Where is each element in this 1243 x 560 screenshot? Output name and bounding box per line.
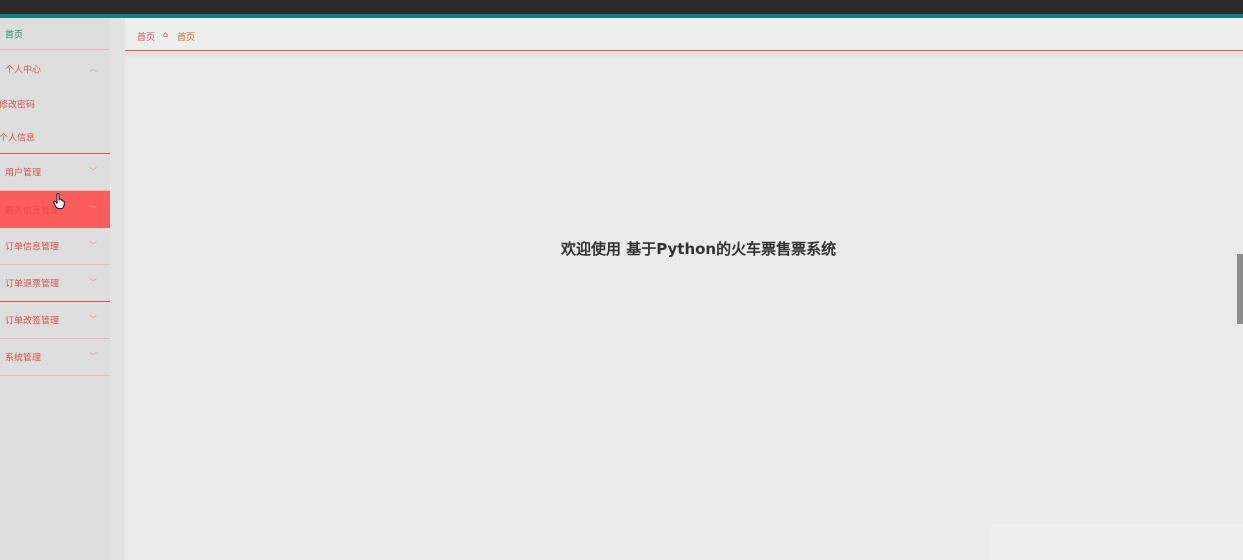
personal-center-submenu: 修改密码 个人信息: [0, 87, 110, 154]
chevron-up-icon: ︿: [89, 63, 97, 73]
sidebar-item-label: 订单改签管理: [5, 316, 60, 327]
sidebar-subitem-change-password[interactable]: 修改密码: [0, 87, 110, 120]
sidebar-item-user-management[interactable]: 用户管理 ﹀: [0, 154, 110, 191]
sidebar-item-home[interactable]: 首页: [0, 18, 110, 50]
sidebar-item-ticket-info-management[interactable]: 票务信息管理 ﹀: [0, 191, 110, 228]
layout-gutter: [110, 18, 125, 560]
sidebar-item-label: 订单退票管理: [5, 279, 60, 290]
breadcrumb: 首页 ⌂ 首页: [125, 18, 1243, 51]
sidebar-subitem-personal-info[interactable]: 个人信息: [0, 120, 110, 153]
chevron-down-icon: ﹀: [89, 277, 97, 287]
breadcrumb-current: 首页: [177, 33, 196, 43]
top-bar: [0, 0, 1243, 14]
sidebar-item-order-refund-management[interactable]: 订单退票管理 ﹀: [0, 265, 110, 302]
sidebar-item-label: 首页: [5, 30, 24, 40]
chevron-down-icon: ﹀: [89, 351, 97, 361]
home-icon: ⌂: [163, 30, 169, 39]
sidebar-subitem-label: 修改密码: [0, 100, 36, 110]
breadcrumb-shadow: [125, 52, 1243, 58]
sidebar-item-order-info-management[interactable]: 订单信息管理 ﹀: [0, 228, 110, 265]
welcome-title: 欢迎使用 基于Python的火车票售票系统: [561, 240, 837, 258]
main-content: 首页 ⌂ 首页 欢迎使用 基于Python的火车票售票系统: [125, 18, 1243, 560]
chevron-down-icon: ﹀: [89, 166, 97, 176]
chevron-down-icon: ﹀: [89, 204, 97, 214]
sidebar-item-system-management[interactable]: 系统管理 ﹀: [0, 339, 110, 376]
sidebar-item-label: 票务信息管理: [5, 206, 60, 216]
corner-panel: [991, 524, 1243, 560]
sidebar-subitem-label: 个人信息: [0, 133, 36, 143]
sidebar-item-label: 个人中心: [5, 65, 42, 75]
chevron-down-icon: ﹀: [89, 314, 97, 324]
breadcrumb-home-link[interactable]: 首页: [137, 30, 155, 43]
sidebar: 首页 个人中心 ︿ 修改密码 个人信息 用户管理 ﹀ 票务信息管理 ﹀ 订单信息…: [0, 18, 110, 560]
sidebar-item-label: 系统管理: [5, 353, 42, 364]
sidebar-item-personal-center[interactable]: 个人中心 ︿: [0, 50, 110, 87]
sidebar-item-order-change-management[interactable]: 订单改签管理 ﹀: [0, 302, 110, 339]
sidebar-item-label: 用户管理: [5, 168, 42, 179]
chevron-down-icon: ﹀: [89, 240, 97, 250]
sidebar-item-label: 订单信息管理: [5, 242, 60, 253]
scrollbar-thumb[interactable]: [1237, 254, 1243, 324]
